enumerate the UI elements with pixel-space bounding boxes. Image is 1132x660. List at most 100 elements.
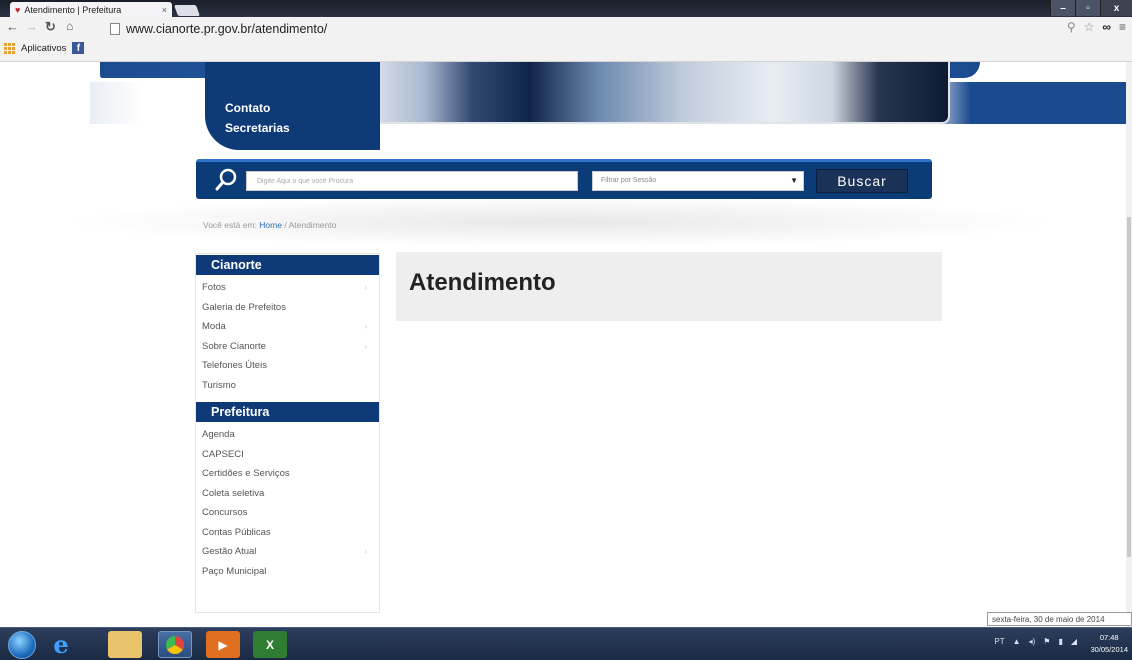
sidebar-item[interactable]: Contas Públicas — [196, 523, 379, 543]
forward-arrow-icon[interactable]: → — [25, 19, 38, 34]
breadcrumb-prefix: Você está em: — [203, 220, 257, 230]
extension-glasses-icon[interactable]: ∞ — [1102, 20, 1111, 34]
sidebar-item-label: Contas Públicas — [202, 526, 271, 538]
page-icon — [110, 23, 120, 35]
sidebar-item-label: Sobre Cianorte — [202, 340, 266, 352]
reload-icon[interactable]: ↻ — [45, 19, 56, 35]
sidebar-item[interactable]: Certidões e Serviços — [196, 464, 379, 484]
chevron-right-icon: › — [364, 322, 367, 331]
media-player-icon[interactable]: ▶ — [206, 631, 240, 658]
breadcrumb-current: Atendimento — [288, 220, 337, 230]
page-viewport: Contato Secretarias Filtrar por Sessão ▼… — [0, 62, 1126, 627]
dropdown-arrow-icon: ▼ — [790, 176, 798, 185]
excel-icon[interactable]: X — [253, 631, 287, 658]
clock-time: 07:48 — [1099, 633, 1119, 642]
sidebar-item[interactable]: Sobre Cianorte › — [196, 337, 379, 357]
header-photo — [365, 62, 950, 124]
page-title-box: Atendimento — [396, 252, 942, 321]
breadcrumb-separator: / — [284, 220, 287, 230]
sidebar-item[interactable]: Telefones Úteis — [196, 356, 379, 376]
sidebar-item-label: Paço Municipal — [202, 565, 267, 577]
chevron-right-icon: › — [364, 283, 367, 292]
window-controls: – ▫ x — [1050, 0, 1132, 17]
sidebar-item[interactable]: Turismo — [196, 376, 379, 396]
close-button[interactable]: x — [1100, 0, 1132, 16]
sidebar-item-label: Coleta seletiva — [202, 487, 265, 499]
sidebar-item-label: Turismo — [202, 379, 236, 391]
clock-date: 30/05/2014 — [1090, 645, 1128, 654]
menu-icon[interactable]: ≡ — [1119, 20, 1126, 34]
sidebar-item[interactable]: Paço Municipal — [196, 562, 379, 582]
sidebar-item[interactable]: Gestão Atual › — [196, 542, 379, 562]
address-bar[interactable]: www.cianorte.pr.gov.br/atendimento/ — [110, 19, 1120, 39]
apps-grid-icon[interactable] — [4, 42, 15, 54]
start-button-icon[interactable] — [8, 631, 36, 659]
section-filter-select[interactable]: Filtrar por Sessão ▼ — [592, 171, 804, 191]
breadcrumb: Você está em: Home / Atendimento — [203, 220, 336, 230]
chevron-right-icon: › — [364, 341, 367, 351]
tab-title: Atendimento | Prefeitura — [24, 4, 122, 15]
vertical-scrollbar[interactable] — [1126, 62, 1132, 627]
menu-item-secretarias[interactable]: Secretarias — [225, 118, 380, 138]
sidebar-item[interactable]: CAPSECI — [196, 445, 379, 465]
bookmark-star-icon[interactable]: ☆ — [1084, 20, 1095, 34]
sidebar-item-label: Fotos — [202, 282, 226, 293]
back-arrow-icon[interactable]: ← — [6, 19, 19, 34]
sidebar-item[interactable]: Coleta seletiva — [196, 484, 379, 504]
bookmark-apps[interactable]: Aplicativos — [21, 43, 66, 54]
sidebar-heading-prefeitura: Prefeitura — [196, 402, 379, 422]
language-indicator[interactable]: PT — [994, 637, 1004, 646]
sidebar-item-label: Moda — [202, 321, 226, 332]
sidebar-item-label: Galeria de Prefeitos — [202, 301, 286, 313]
sidebar-list-prefeitura: Agenda CAPSECI Certidões e Serviços Coleta … — [196, 425, 379, 581]
minimize-button[interactable]: – — [1050, 0, 1075, 16]
omnibox-actions: ⚲ ☆ ∞ ≡ — [1067, 20, 1126, 34]
sidebar-item[interactable]: Moda › — [196, 317, 379, 337]
menu-item-contato[interactable]: Contato — [225, 98, 380, 118]
sidebar-item-label: Agenda — [202, 429, 235, 440]
internet-explorer-icon[interactable]: e — [44, 630, 78, 659]
date-tooltip: sexta-feira, 30 de maio de 2014 — [987, 612, 1132, 626]
search-icon — [215, 168, 237, 191]
sidebar-item-label: Telefones Úteis — [202, 360, 267, 371]
flag-icon[interactable]: ⚑ — [1043, 637, 1050, 646]
maximize-button[interactable]: ▫ — [1075, 0, 1100, 16]
url-text: www.cianorte.pr.gov.br/atendimento/ — [126, 22, 328, 36]
chrome-icon[interactable] — [158, 631, 192, 658]
tab-close-icon[interactable]: × — [162, 5, 167, 15]
sidebar-item-label: Concursos — [202, 507, 248, 518]
breadcrumb-home-link[interactable]: Home — [259, 220, 282, 230]
sidebar-item[interactable]: Galeria de Prefeitos — [196, 298, 379, 318]
new-tab-button[interactable] — [173, 5, 201, 16]
scrollbar-thumb[interactable] — [1127, 217, 1131, 557]
filter-placeholder: Filtrar por Sessão — [601, 177, 657, 184]
sidebar: Cianorte Fotos › Galeria de Prefeitos Moda ›… — [195, 253, 380, 613]
sidebar-list-cianorte: Fotos › Galeria de Prefeitos Moda › Sobre Cia… — [196, 278, 379, 395]
clock[interactable]: 07:48 30/05/2014 — [1090, 632, 1128, 656]
browser-toolbar: ← → ↻ ⌂ www.cianorte.pr.gov.br/atendimen… — [0, 17, 1132, 62]
window-title-bar: ♥ Atendimento | Prefeitura × – ▫ x — [0, 0, 1132, 17]
file-explorer-icon[interactable] — [108, 631, 142, 658]
search-button[interactable]: Buscar — [816, 169, 908, 193]
zoom-icon[interactable]: ⚲ — [1067, 20, 1076, 34]
sidebar-heading-cianorte: Cianorte — [196, 255, 379, 275]
sidebar-item[interactable]: Agenda — [196, 425, 379, 445]
search-input[interactable] — [246, 171, 578, 191]
browser-tab[interactable]: ♥ Atendimento | Prefeitura × — [10, 2, 172, 17]
show-hidden-icons-icon[interactable]: ▲ — [1013, 637, 1021, 646]
signal-icon[interactable]: ◢ — [1071, 637, 1077, 646]
heart-favicon-icon: ♥ — [15, 4, 21, 15]
system-tray: PT ▲ ◂) ⚑ ▮ ◢ — [994, 637, 1077, 646]
sidebar-item[interactable]: Concursos — [196, 503, 379, 523]
sidebar-item-label: Gestão Atual — [202, 546, 257, 557]
facebook-icon[interactable]: f — [72, 42, 85, 54]
bookmarks-bar: Aplicativos f — [4, 42, 85, 54]
search-bar: Filtrar por Sessão ▼ Buscar — [196, 159, 932, 199]
home-icon[interactable]: ⌂ — [66, 19, 73, 33]
volume-icon[interactable]: ◂) — [1029, 637, 1036, 646]
network-icon[interactable]: ▮ — [1058, 637, 1062, 646]
taskbar: e ▶ X PT ▲ ◂) ⚑ ▮ ◢ 07:48 30/05/2014 — [0, 627, 1132, 660]
sidebar-item[interactable]: Fotos › — [196, 278, 379, 298]
main-menu: Contato Secretarias — [205, 62, 380, 150]
sidebar-item-label: CAPSECI — [202, 448, 244, 460]
